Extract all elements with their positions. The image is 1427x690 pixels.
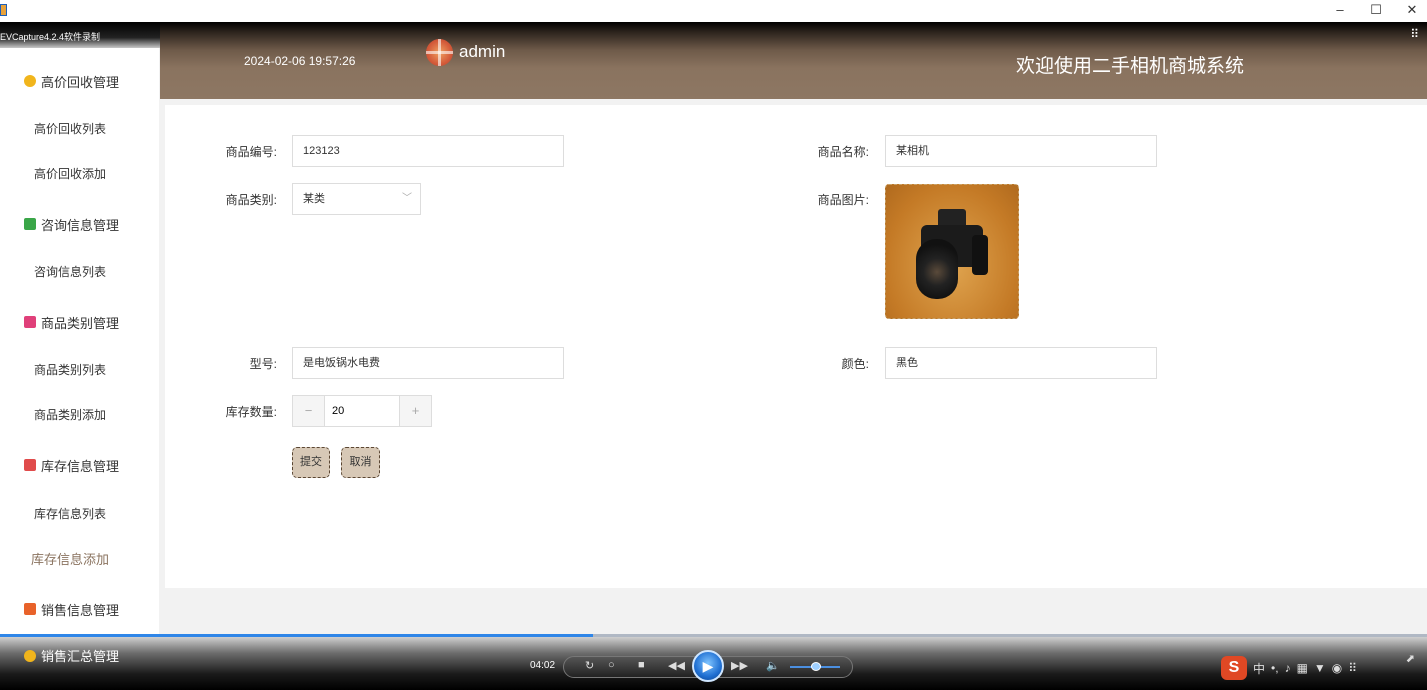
window-controls: – ☐ ✕ — [1333, 2, 1419, 18]
sidebar-group-label: 高价回收管理 — [41, 74, 120, 90]
sidebar-group-sales[interactable]: 销售信息管理 — [24, 599, 119, 619]
sidebar-group-label: 商品类别管理 — [41, 315, 120, 331]
image-label: 商品图片: — [817, 193, 869, 207]
emoji-icon[interactable]: ◉ — [1332, 661, 1342, 675]
camera-lens — [916, 239, 958, 299]
stock-label: 库存数量: — [225, 405, 277, 419]
stock-stepper: − 20 + — [292, 395, 432, 427]
sidebar-group-label: 销售信息管理 — [41, 602, 120, 618]
shirt-icon[interactable]: ▼ — [1314, 661, 1326, 675]
system-tray: S 中 •, ♪ ▦ ▼ ◉ ⠿ — [1221, 656, 1357, 680]
grid-icon — [24, 603, 36, 615]
sidebar: 高价回收管理 高价回收列表 高价回收添加 咨询信息管理 咨询信息列表 商品类别管… — [0, 48, 159, 634]
play-button[interactable]: ▶ — [692, 650, 724, 682]
sidebar-item-category-add[interactable]: 商品类别添加 — [0, 406, 140, 423]
recorder-title: EVCapture4.2.4软件录制 — [0, 32, 101, 42]
volume-knob[interactable] — [811, 662, 821, 671]
sidebar-group-consult[interactable]: 咨询信息管理 — [24, 214, 119, 234]
stop-icon[interactable]: ■ — [638, 659, 645, 671]
top-header: 2024-02-06 19:57:26 admin 欢迎使用二手相机商城系统 ⠿ — [160, 22, 1427, 99]
tag-icon — [24, 316, 36, 328]
refresh-icon[interactable]: ○ — [608, 659, 615, 671]
loop-icon[interactable]: ↻ — [585, 659, 594, 672]
category-select[interactable]: 某类 ﹀ — [292, 183, 421, 215]
grid-icon[interactable]: ⠿ — [1410, 27, 1419, 41]
product-image[interactable] — [885, 184, 1019, 319]
sidebar-group-summary[interactable]: 销售汇总管理 — [24, 646, 119, 665]
app-window: – ☐ ✕ 2024-02-06 19:57:26 admin 欢迎使用二手相机… — [0, 0, 1427, 690]
product-no-input[interactable]: 123123 — [292, 135, 564, 167]
stock-input[interactable]: 20 — [324, 396, 400, 426]
sidebar-group-label: 库存信息管理 — [41, 458, 120, 474]
avatar — [426, 39, 453, 66]
app-logo-icon — [0, 4, 7, 16]
rewind-icon[interactable]: ◀◀ — [668, 659, 685, 672]
fast-forward-icon[interactable]: ▶▶ — [731, 659, 748, 672]
product-name-input[interactable]: 某相机 — [885, 135, 1157, 167]
sidebar-item-stock-add[interactable]: 库存信息添加 — [0, 549, 140, 568]
header-username[interactable]: admin — [459, 42, 505, 62]
model-label: 型号: — [249, 357, 277, 371]
sidebar-group-stock[interactable]: 库存信息管理 — [24, 455, 119, 475]
sidebar-item-recycle-add[interactable]: 高价回收添加 — [0, 165, 140, 182]
color-input[interactable]: 黑色 — [885, 347, 1157, 379]
cancel-button[interactable]: 取消 — [341, 447, 380, 478]
category-select-value: 某类 — [303, 193, 325, 205]
hexagon-icon — [24, 75, 36, 87]
volume-icon[interactable]: 🔈 — [766, 659, 780, 672]
decrement-button[interactable]: − — [293, 396, 324, 426]
hexagon-icon — [24, 649, 36, 662]
window-title-bar: – ☐ ✕ — [0, 0, 1427, 22]
close-icon[interactable]: ✕ — [1405, 2, 1419, 18]
sidebar-group-label: 咨询信息管理 — [41, 217, 120, 233]
apps-icon[interactable]: ⠿ — [1348, 661, 1357, 675]
sidebar-item-category-list[interactable]: 商品类别列表 — [0, 361, 140, 378]
increment-button[interactable]: + — [400, 396, 431, 426]
expand-icon[interactable]: ⬈ — [1406, 652, 1415, 665]
input-mode-icon[interactable]: 中 — [1253, 660, 1265, 677]
playback-time: 04:02 — [530, 660, 556, 671]
sidebar-group-category[interactable]: 商品类别管理 — [24, 312, 119, 332]
camera-grip — [972, 235, 988, 275]
maximize-icon[interactable]: ☐ — [1369, 2, 1383, 18]
sidebar-item-stock-list[interactable]: 库存信息列表 — [0, 505, 140, 522]
product-name-label: 商品名称: — [817, 145, 869, 159]
minimize-icon[interactable]: – — [1333, 2, 1347, 18]
sidebar-item-consult-list[interactable]: 咨询信息列表 — [0, 263, 140, 280]
archive-icon — [24, 459, 36, 471]
keyboard-icon[interactable]: ▦ — [1297, 661, 1308, 675]
chevron-down-icon: ﹀ — [402, 193, 412, 204]
punctuation-icon[interactable]: •, — [1271, 661, 1279, 675]
model-input[interactable]: 是电饭锅水电费 — [292, 347, 564, 379]
submit-button[interactable]: 提交 — [292, 447, 330, 478]
sogou-icon[interactable]: S — [1221, 656, 1247, 680]
sidebar-group-label: 销售汇总管理 — [41, 649, 120, 664]
microphone-icon[interactable]: ♪ — [1285, 661, 1291, 675]
sidebar-group-recycle[interactable]: 高价回收管理 — [24, 71, 119, 91]
system-title: 欢迎使用二手相机商城系统 — [1016, 56, 1245, 77]
sidebar-item-recycle-list[interactable]: 高价回收列表 — [0, 120, 140, 137]
product-no-label: 商品编号: — [225, 145, 277, 159]
category-label: 商品类别: — [225, 193, 277, 207]
header-datetime: 2024-02-06 19:57:26 — [244, 54, 356, 68]
main-content: 商品编号: 123123 商品名称: 某相机 商品类别: 某类 ﹀ 商品图片: … — [165, 105, 1427, 588]
color-label: 颜色: — [841, 357, 869, 371]
chat-icon — [24, 218, 36, 230]
